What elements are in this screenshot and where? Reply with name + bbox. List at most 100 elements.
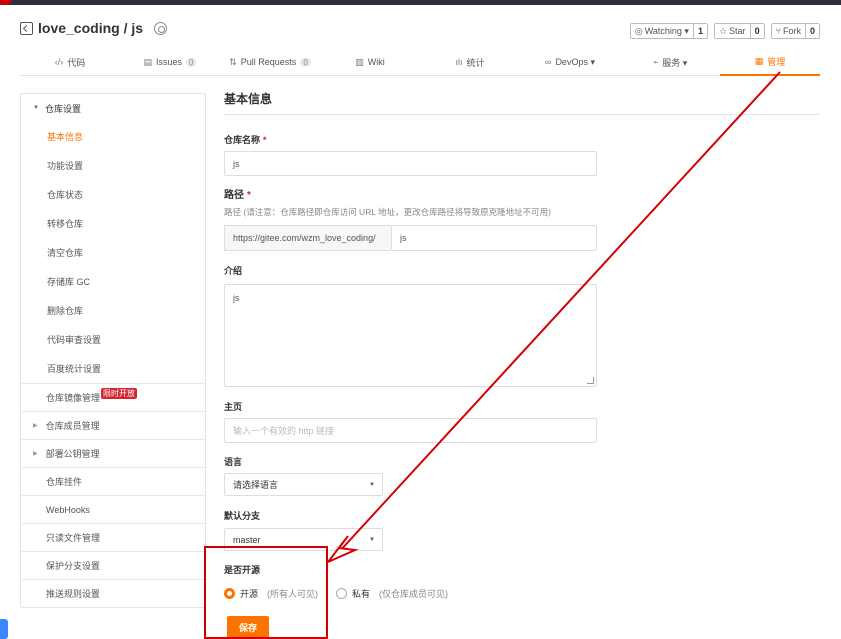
path-hint: 路径 (请注意：仓库路径即仓库访问 URL 地址，更改仓库路径将导致原克隆地址不… bbox=[224, 207, 551, 217]
fork-label: Fork bbox=[782, 26, 801, 36]
tab-issues-label: Issues bbox=[156, 57, 183, 67]
homepage-input[interactable]: 输入一个有效的 http 链接 bbox=[224, 418, 597, 443]
branch-field-label: 默认分支 bbox=[224, 511, 261, 521]
fork-button[interactable]: ⑂ Fork 0 bbox=[770, 23, 820, 39]
annotation-highlight-box bbox=[204, 546, 328, 639]
sidebar-item-clear[interactable]: 清空仓库 bbox=[21, 238, 205, 267]
radio-unchecked-icon[interactable] bbox=[336, 588, 348, 599]
eye-icon: ◎ bbox=[634, 26, 643, 36]
private-option-note: (仅仓库成员可见) bbox=[379, 589, 449, 599]
path-input[interactable]: js bbox=[391, 225, 597, 251]
infinity-icon: ∞ bbox=[545, 57, 552, 67]
sidebar-item-deploy-keys[interactable]: ▶ 部署公钥管理 bbox=[21, 439, 205, 467]
repo-nav-tabs: ‹/› 代码 ▤ Issues 0 ⇅ Pull Requests 0 ▥ Wiki ılı… bbox=[20, 50, 820, 76]
settings-main: 基本信息 bbox=[224, 90, 820, 115]
resize-grip-icon[interactable] bbox=[587, 377, 594, 384]
name-field-label: 仓库名称 * bbox=[224, 133, 267, 146]
sidebar-item-push-rules[interactable]: 推送规则设置 bbox=[21, 579, 205, 607]
sidebar-item-members[interactable]: ▶ 仓库成员管理 bbox=[21, 411, 205, 439]
sidebar-members-label: 仓库成员管理 bbox=[45, 421, 100, 431]
sidebar-mirror-label: 仓库镜像管理 bbox=[46, 393, 101, 403]
issues-icon: ▤ bbox=[143, 56, 153, 67]
tab-services-label: 服务 ▾ bbox=[662, 57, 688, 68]
required-mark: * bbox=[263, 135, 267, 145]
radio-private[interactable]: 私有 (仅仓库成员可见) bbox=[336, 587, 448, 600]
sidebar-item-gc[interactable]: 存储库 GC bbox=[21, 267, 205, 296]
sidebar-deploy-keys-label: 部署公钥管理 bbox=[45, 449, 100, 459]
tab-devops[interactable]: ∞ DevOps ▾ bbox=[520, 50, 620, 74]
limited-tag: 限时开放 bbox=[101, 388, 138, 399]
sidebar-item-features[interactable]: 功能设置 bbox=[21, 151, 205, 180]
sidebar-item-baidu-stats[interactable]: 百度统计设置 bbox=[21, 354, 205, 383]
sidebar-item-delete[interactable]: 删除仓库 bbox=[21, 296, 205, 325]
top-navbar bbox=[0, 0, 841, 5]
repo-name-input[interactable]: js bbox=[224, 151, 597, 176]
bar-chart-icon: ılı bbox=[455, 57, 463, 67]
sidebar-item-webhooks[interactable]: WebHooks bbox=[21, 495, 205, 523]
code-icon: ‹/› bbox=[54, 57, 64, 67]
tab-wiki-label: Wiki bbox=[367, 57, 385, 67]
sidebar-item-transfer[interactable]: 转移仓库 bbox=[21, 209, 205, 238]
name-label-text: 仓库名称 bbox=[224, 135, 261, 145]
settings-sidebar: ▼ 仓库设置 基本信息 功能设置 仓库状态 转移仓库 清空仓库 存储库 GC 删除… bbox=[20, 93, 206, 608]
repo-actions: ◎ Watching ▾ 1 ☆ Star 0 ⑂ Fork 0 bbox=[629, 23, 820, 39]
sidebar-item-protected-branch[interactable]: 保护分支设置 bbox=[21, 551, 205, 579]
branch-value: master bbox=[233, 534, 261, 545]
page-title: 基本信息 bbox=[224, 90, 820, 115]
sidebar-item-basic-info[interactable]: 基本信息 bbox=[21, 122, 205, 151]
description-text: js bbox=[233, 293, 240, 303]
star-icon: ☆ bbox=[718, 26, 728, 36]
repo-code-icon bbox=[20, 21, 33, 35]
caret-down-icon: ▼ bbox=[369, 482, 375, 488]
caret-right-icon: ▶ bbox=[33, 423, 38, 429]
gitee-logo[interactable] bbox=[0, 0, 12, 5]
description-textarea[interactable]: js bbox=[224, 284, 597, 387]
caret-right-icon: ▶ bbox=[33, 451, 38, 457]
sidebar-item-readonly[interactable]: 只读文件管理 bbox=[21, 523, 205, 551]
caret-down-icon: ▼ bbox=[33, 105, 39, 111]
help-tab[interactable] bbox=[0, 619, 8, 639]
sidebar-item-repo-status[interactable]: 仓库状态 bbox=[21, 180, 205, 209]
star-button[interactable]: ☆ Star 0 bbox=[713, 23, 765, 39]
tab-pulls-label: Pull Requests bbox=[240, 57, 297, 67]
tab-code-label: 代码 bbox=[67, 57, 86, 68]
tab-pull-requests[interactable]: ⇅ Pull Requests 0 bbox=[220, 50, 320, 74]
tab-devops-label: DevOps ▾ bbox=[555, 56, 595, 67]
fork-icon: ⑂ bbox=[775, 26, 781, 36]
watch-count[interactable]: 1 bbox=[692, 24, 707, 38]
tab-stats-label: 统计 bbox=[466, 57, 485, 68]
desc-field-label: 介绍 bbox=[224, 266, 243, 276]
language-value: 请选择语言 bbox=[233, 480, 279, 490]
pulls-count: 0 bbox=[300, 57, 311, 67]
sidebar-item-mirror[interactable]: 仓库镜像管理 限时开放 bbox=[21, 383, 205, 411]
tab-wiki[interactable]: ▥ Wiki bbox=[320, 50, 420, 74]
path-prefix: https://gitee.com/wzm_love_coding/ bbox=[224, 225, 391, 251]
path-label-text: 路径 bbox=[224, 190, 244, 201]
tab-stats[interactable]: ılı 统计 bbox=[420, 50, 520, 74]
sidebar-item-plugins[interactable]: 仓库挂件 bbox=[21, 467, 205, 495]
star-label: Star bbox=[729, 26, 746, 36]
tab-issues[interactable]: ▤ Issues 0 bbox=[120, 50, 220, 74]
repo-title[interactable]: love_coding / js bbox=[38, 20, 143, 36]
issues-count: 0 bbox=[186, 57, 197, 67]
language-select[interactable]: 请选择语言 ▼ bbox=[224, 473, 383, 496]
tab-manage[interactable]: ▦ 管理 bbox=[720, 50, 820, 76]
tab-services[interactable]: ⌁ 服务 ▾ bbox=[620, 50, 720, 74]
sidebar-group-label: 仓库设置 bbox=[44, 103, 81, 114]
path-field-label: 路径 * bbox=[224, 186, 251, 201]
sidebar-group-repo-settings[interactable]: ▼ 仓库设置 bbox=[21, 94, 205, 122]
repo-header: love_coding / js bbox=[20, 20, 168, 36]
sidebar-item-code-review[interactable]: 代码审查设置 bbox=[21, 325, 205, 354]
manage-icon: ▦ bbox=[754, 55, 764, 66]
language-field-label: 语言 bbox=[224, 457, 243, 467]
homepage-field-label: 主页 bbox=[224, 402, 243, 412]
tab-code[interactable]: ‹/› 代码 bbox=[20, 50, 120, 74]
fork-count[interactable]: 0 bbox=[804, 24, 819, 38]
watch-label: Watching ▾ bbox=[644, 26, 689, 36]
star-count[interactable]: 0 bbox=[749, 24, 764, 38]
pulse-icon: ⌁ bbox=[652, 56, 659, 67]
caret-down-icon: ▼ bbox=[369, 537, 375, 543]
watch-button[interactable]: ◎ Watching ▾ 1 bbox=[629, 23, 708, 39]
tab-manage-label: 管理 bbox=[767, 56, 786, 67]
required-mark: * bbox=[247, 190, 251, 201]
